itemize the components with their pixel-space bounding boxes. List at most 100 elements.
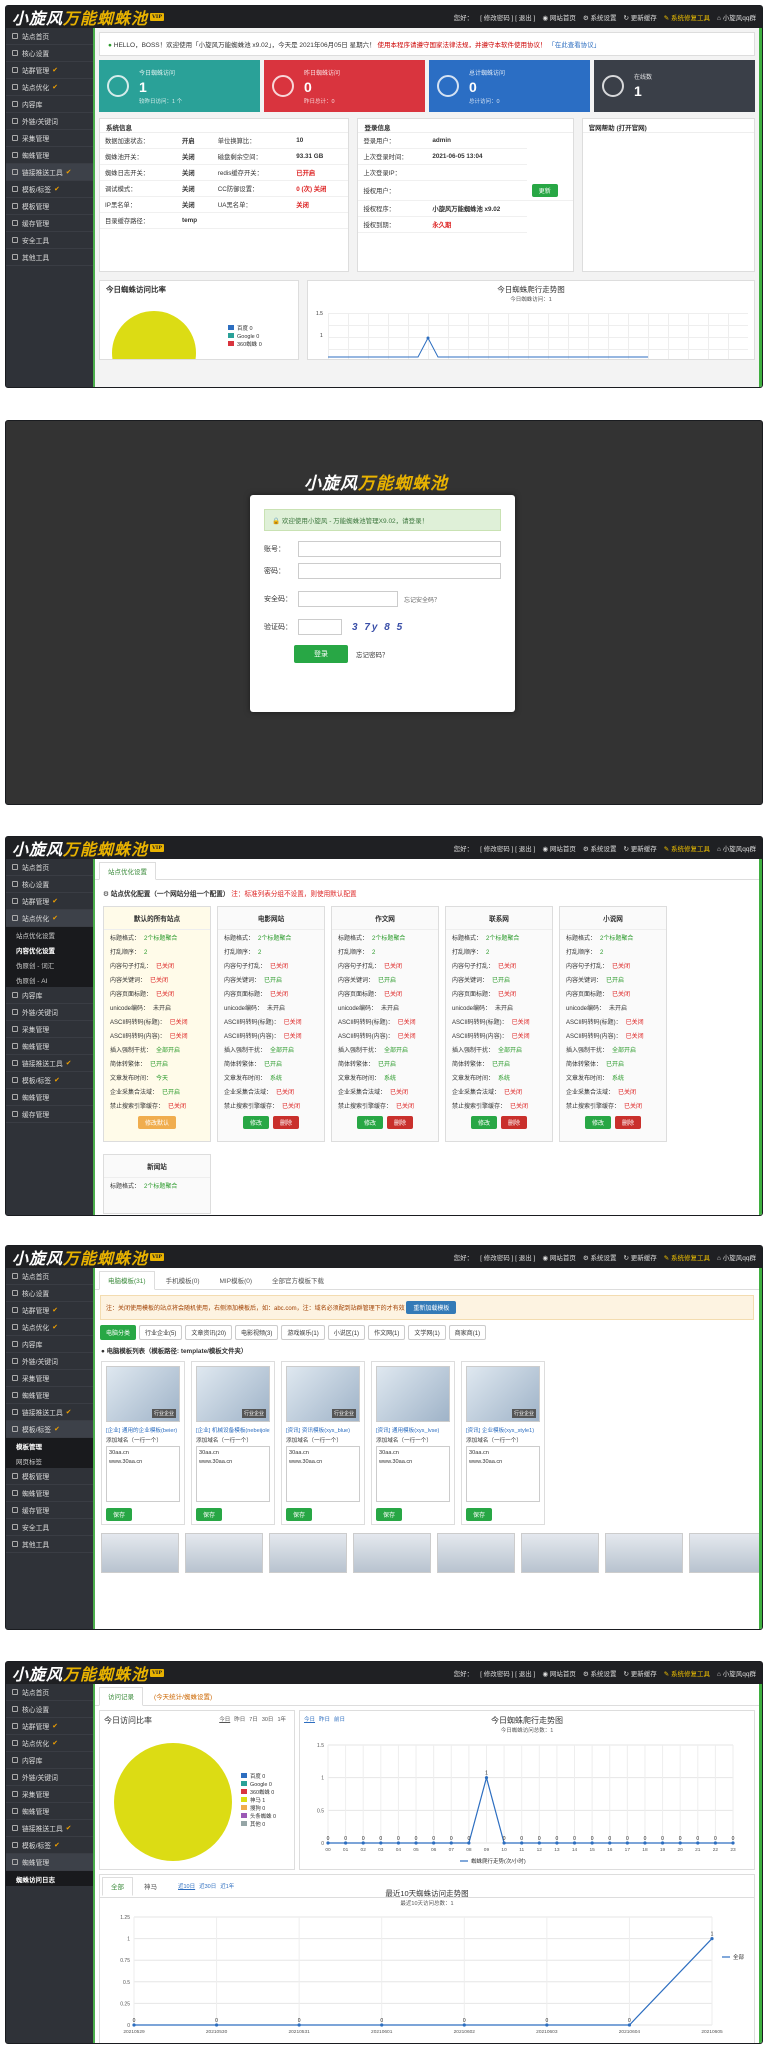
domain-textarea[interactable]: 30aa.cn www.30aa.cn bbox=[196, 1446, 270, 1502]
sidebar-item[interactable]: 核心设置 bbox=[6, 1285, 93, 1302]
sidebar-item[interactable]: 链接推送工具 ✔ bbox=[6, 1820, 93, 1837]
template-filter[interactable]: 游戏娱乐(1) bbox=[281, 1325, 325, 1340]
template-thumb[interactable] bbox=[185, 1533, 263, 1573]
template-thumb[interactable] bbox=[521, 1533, 599, 1573]
tab-all[interactable]: 全部 bbox=[102, 1877, 133, 1896]
template-thumb[interactable] bbox=[269, 1533, 347, 1573]
sidebar-item[interactable]: 站点首页 bbox=[6, 28, 93, 45]
template-tab[interactable]: 手机模板(0) bbox=[157, 1271, 209, 1289]
clear-link[interactable]: ↻ 更新缓存 bbox=[624, 12, 657, 22]
tab-shenma[interactable]: 神马 bbox=[135, 1877, 166, 1895]
delete-button[interactable]: 删除 bbox=[273, 1116, 300, 1129]
template-filter[interactable]: 文章资讯(20) bbox=[185, 1325, 233, 1340]
edit-button[interactable]: 修改 bbox=[584, 1116, 611, 1129]
domain-textarea[interactable]: 30aa.cn www.30aa.cn bbox=[466, 1446, 540, 1502]
sidebar-subitem[interactable]: 伪原创 - 词汇 bbox=[6, 957, 93, 972]
sidebar-subitem[interactable]: 内容优化设置 bbox=[6, 942, 93, 957]
range-link[interactable]: 昨日 bbox=[319, 1717, 330, 1723]
sidebar-item[interactable]: 核心设置 bbox=[6, 876, 93, 893]
sys-link[interactable]: ⚙ 系统设置 bbox=[583, 12, 617, 22]
sidebar-item[interactable]: 其他工具 bbox=[6, 1536, 93, 1553]
sidebar-item[interactable]: 外链/关键词 bbox=[6, 1004, 93, 1021]
username-input[interactable] bbox=[298, 541, 501, 557]
sidebar-item[interactable]: 蜘蛛管理 bbox=[6, 1854, 93, 1871]
template-preview[interactable]: 行业企业 bbox=[196, 1366, 270, 1422]
save-button[interactable]: 保存 bbox=[106, 1508, 133, 1521]
template-preview[interactable]: 行业企业 bbox=[466, 1366, 540, 1422]
sidebar-item[interactable]: 站点优化 ✔ bbox=[6, 1735, 93, 1752]
delete-button[interactable]: 删除 bbox=[501, 1116, 528, 1129]
tab-stat-settings[interactable]: (今天统计/蜘蛛设置) bbox=[145, 1687, 221, 1705]
template-thumb[interactable] bbox=[353, 1533, 431, 1573]
template-filter[interactable]: 文学网(1) bbox=[408, 1325, 446, 1340]
range-link[interactable]: 昨日 bbox=[234, 1717, 245, 1723]
range-link[interactable]: 今日 bbox=[219, 1717, 230, 1723]
range-link[interactable]: 近1年 bbox=[220, 1884, 234, 1890]
save-button[interactable]: 保存 bbox=[376, 1508, 403, 1521]
sidebar-item[interactable]: 外链/关键词 bbox=[6, 1353, 93, 1370]
sidebar-item[interactable]: 蜘蛛管理 bbox=[6, 1803, 93, 1820]
sidebar-item[interactable]: 内容库 bbox=[6, 1752, 93, 1769]
sidebar-item[interactable]: 缓存管理 bbox=[6, 1106, 93, 1123]
sidebar-item[interactable]: 采集管理 bbox=[6, 130, 93, 147]
sidebar-item[interactable]: 采集管理 bbox=[6, 1370, 93, 1387]
sidebar-item[interactable]: 核心设置 bbox=[6, 45, 93, 62]
sidebar-item[interactable]: 站群管理 ✔ bbox=[6, 893, 93, 910]
sidebar-item[interactable]: 链接推送工具 ✔ bbox=[6, 164, 93, 181]
sidebar-subitem[interactable]: 模板管理 bbox=[6, 1438, 93, 1453]
template-thumb[interactable] bbox=[101, 1533, 179, 1573]
sidebar-item[interactable]: 缓存管理 bbox=[6, 215, 93, 232]
sidebar-item[interactable]: 站点首页 bbox=[6, 1684, 93, 1701]
captcha-input[interactable] bbox=[298, 619, 342, 635]
sidebar-item[interactable]: 蜘蛛管理 bbox=[6, 1387, 93, 1404]
sidebar-item[interactable]: 模板管理 bbox=[6, 1468, 93, 1485]
agreement-link[interactable]: 「在此查看协议」 bbox=[548, 42, 600, 49]
repair-link[interactable]: ✎ 系统修复工具 bbox=[664, 12, 710, 22]
sidebar-item[interactable]: 链接推送工具 ✔ bbox=[6, 1055, 93, 1072]
delete-button[interactable]: 删除 bbox=[615, 1116, 642, 1129]
template-filter[interactable]: 电影视频(3) bbox=[235, 1325, 279, 1340]
template-filter[interactable]: 商家商(1) bbox=[448, 1325, 487, 1340]
password-input[interactable] bbox=[298, 563, 501, 579]
save-button[interactable]: 保存 bbox=[196, 1508, 223, 1521]
sidebar-item[interactable]: 站点首页 bbox=[6, 1268, 93, 1285]
template-filter[interactable]: 小说区(1) bbox=[327, 1325, 366, 1340]
sidebar-item[interactable]: 内容库 bbox=[6, 96, 93, 113]
sidebar-item[interactable]: 蜘蛛管理 bbox=[6, 1485, 93, 1502]
edit-button[interactable]: 修改 bbox=[242, 1116, 269, 1129]
range-link[interactable]: 今日 bbox=[304, 1717, 315, 1723]
edit-button[interactable]: 修改默认 bbox=[137, 1116, 176, 1129]
sidebar-subitem[interactable]: 蜘蛛访问日志 bbox=[6, 1871, 93, 1886]
sidebar-item[interactable]: 安全工具 bbox=[6, 232, 93, 249]
account-links[interactable]: [ 修改密码 ] [ 退出 ] bbox=[480, 12, 535, 22]
sidebar-item[interactable]: 站点首页 bbox=[6, 859, 93, 876]
tab-site-optimize[interactable]: 站点优化设置 bbox=[99, 862, 156, 880]
template-preview[interactable]: 行业企业 bbox=[106, 1366, 180, 1422]
template-tab[interactable]: 全部官方模板下载 bbox=[263, 1271, 333, 1289]
edit-button[interactable]: 修改 bbox=[470, 1116, 497, 1129]
home-link[interactable]: ◉ 网站首页 bbox=[542, 12, 575, 22]
sidebar-item[interactable]: 链接推送工具 ✔ bbox=[6, 1404, 93, 1421]
range-link[interactable]: 近30日 bbox=[199, 1884, 216, 1890]
reload-templates-button[interactable]: 重新加载模板 bbox=[406, 1301, 457, 1314]
domain-textarea[interactable]: 30aa.cn www.30aa.cn bbox=[376, 1446, 450, 1502]
forgot-password-link[interactable]: 忘记密码？ bbox=[356, 649, 389, 659]
template-tab[interactable]: 电脑模板(31) bbox=[99, 1271, 155, 1290]
sidebar-item[interactable]: 蜘蛛管理 bbox=[6, 1089, 93, 1106]
template-filter[interactable]: 作文网(1) bbox=[368, 1325, 406, 1340]
sidebar-item[interactable]: 模板/标签 ✔ bbox=[6, 181, 93, 198]
sidebar-subitem[interactable]: 网页标签 bbox=[6, 1453, 93, 1468]
sidebar-item[interactable]: 模板/标签 ✔ bbox=[6, 1837, 93, 1854]
edit-button[interactable]: 修改 bbox=[356, 1116, 383, 1129]
sidebar-item[interactable]: 其他工具 bbox=[6, 249, 93, 266]
tab-visit-log[interactable]: 访问记录 bbox=[99, 1687, 143, 1706]
range-link[interactable]: 1年 bbox=[277, 1717, 286, 1723]
sidebar-item[interactable]: 站点优化 ✔ bbox=[6, 910, 93, 927]
sidebar-subitem[interactable]: 站点优化设置 bbox=[6, 927, 93, 942]
sidebar-item[interactable]: 安全工具 bbox=[6, 1519, 93, 1536]
save-button[interactable]: 保存 bbox=[466, 1508, 493, 1521]
range-link[interactable]: 30日 bbox=[262, 1717, 274, 1723]
update-button[interactable]: 更新 bbox=[531, 183, 558, 197]
sidebar-item[interactable]: 外链/关键词 bbox=[6, 1769, 93, 1786]
template-thumb[interactable] bbox=[437, 1533, 515, 1573]
